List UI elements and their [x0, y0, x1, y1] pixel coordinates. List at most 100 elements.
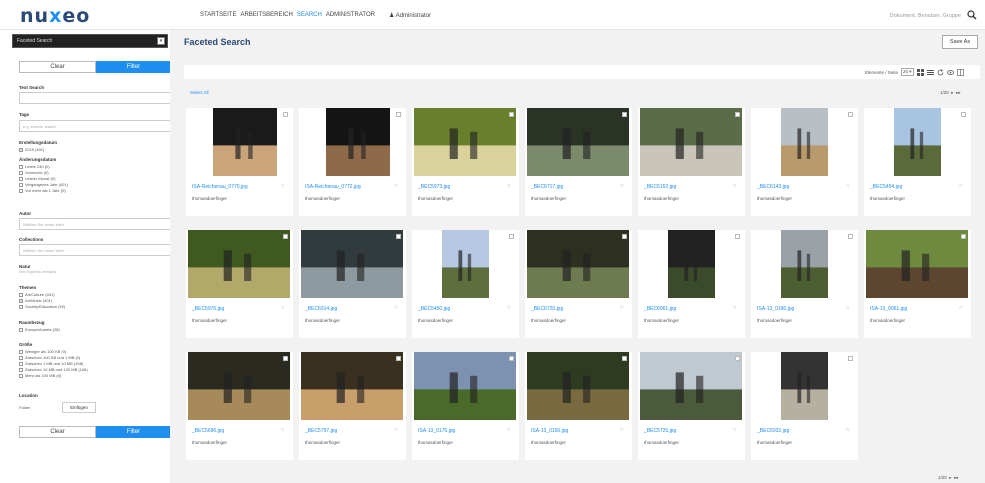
thumbnail[interactable]: [781, 352, 828, 420]
thumbnail[interactable]: [442, 230, 489, 298]
size-option[interactable]: Zwischen 1 MB und 10 MB (348): [19, 361, 83, 366]
favorite-star-icon[interactable]: ☆: [620, 183, 624, 189]
created-option[interactable]: ✓ 2015 (401): [19, 147, 44, 152]
thumbnail[interactable]: [414, 352, 516, 420]
favorite-star-icon[interactable]: ☆: [959, 305, 963, 311]
thumbnail[interactable]: [188, 230, 290, 298]
size-option[interactable]: Mehr als 100 MB (0): [19, 373, 61, 378]
result-card[interactable]: ISA-13_0061.jpg ☆ thomasdoerfinger: [864, 230, 971, 338]
select-checkbox[interactable]: [396, 112, 401, 117]
select-checkbox[interactable]: [509, 234, 514, 239]
file-name-link[interactable]: ISA-Reichenau_0772.jpg: [305, 184, 361, 190]
file-name-link[interactable]: _BEC6717.jpg: [531, 184, 563, 190]
nuxeo-logo[interactable]: nuxeo: [20, 5, 90, 27]
favorite-star-icon[interactable]: ☆: [733, 427, 737, 433]
file-name-link[interactable]: _BEC6061.jpg: [644, 306, 676, 312]
thumbnail[interactable]: [188, 352, 290, 420]
thumbnail[interactable]: [894, 108, 941, 176]
select-checkbox[interactable]: [396, 234, 401, 239]
search-type-select[interactable]: Faceted Search ▾: [12, 34, 168, 48]
file-name-link[interactable]: _BEC5696.jpg: [192, 428, 224, 434]
favorite-star-icon[interactable]: ☆: [733, 305, 737, 311]
result-card[interactable]: _BEC6914.jpg ☆ thomasdoerfinger: [299, 230, 406, 338]
select-checkbox[interactable]: [396, 356, 401, 361]
size-option[interactable]: Zwischen 10 MB und 100 MB (106): [19, 367, 88, 372]
grid-view-icon[interactable]: [916, 68, 924, 76]
theme-option[interactable]: Art/Culture (401): [19, 292, 55, 297]
select-checkbox[interactable]: [961, 112, 966, 117]
refresh-icon[interactable]: [937, 68, 944, 76]
clear-button[interactable]: Clear: [19, 61, 96, 73]
file-name-link[interactable]: _BEC6914.jpg: [305, 306, 337, 312]
filter-button[interactable]: Filter: [96, 61, 171, 73]
favorite-star-icon[interactable]: ☆: [846, 305, 850, 311]
thumbnail[interactable]: [301, 230, 403, 298]
select-checkbox[interactable]: [509, 356, 514, 361]
select-checkbox[interactable]: [848, 234, 853, 239]
result-card[interactable]: _BEC5976.jpg ☆ thomasdoerfinger: [186, 230, 293, 338]
select-checkbox[interactable]: [509, 112, 514, 117]
file-name-link[interactable]: _BEC6932.jpg: [757, 428, 789, 434]
next-page-icon[interactable]: ▸: [950, 90, 953, 95]
favorite-star-icon[interactable]: ☆: [394, 305, 398, 311]
favorite-star-icon[interactable]: ☆: [507, 305, 511, 311]
last-page-icon[interactable]: ▸▸: [953, 475, 959, 480]
favorite-star-icon[interactable]: ☆: [846, 427, 850, 433]
filter-button[interactable]: Filter: [96, 426, 171, 438]
favorite-star-icon[interactable]: ☆: [846, 183, 850, 189]
thumbnail[interactable]: [527, 108, 629, 176]
thumbnail[interactable]: [527, 230, 629, 298]
favorite-star-icon[interactable]: ☆: [281, 305, 285, 311]
select-checkbox[interactable]: [622, 234, 627, 239]
favorite-star-icon[interactable]: ☆: [281, 427, 285, 433]
favorite-star-icon[interactable]: ☆: [507, 183, 511, 189]
select-checkbox[interactable]: [961, 234, 966, 239]
select-checkbox[interactable]: [283, 356, 288, 361]
theme-option[interactable]: ✓ Art/Music (401): [19, 298, 52, 303]
thumbnail[interactable]: [326, 108, 390, 176]
result-card[interactable]: ISA-13_0176.jpg ☆ thomasdoerfinger: [412, 352, 519, 460]
file-name-link[interactable]: _BEC6143.jpg: [757, 184, 789, 190]
clear-button[interactable]: Clear: [19, 426, 96, 438]
result-card[interactable]: ISA-Reichenau_0772.jpg ☆ thomasdoerfinger: [299, 108, 406, 216]
thumbnail[interactable]: [640, 108, 742, 176]
space-option[interactable]: Europe/Austria (28): [19, 327, 60, 332]
select-checkbox[interactable]: [735, 356, 740, 361]
result-card[interactable]: _BEC5797.jpg ☆ thomasdoerfinger: [299, 352, 406, 460]
result-card[interactable]: ISA-Reichenau_0770.jpg ☆ thomasdoerfinger: [186, 108, 293, 216]
modified-option[interactable]: Vor mehr als 1 Jahr (0): [19, 188, 66, 193]
last-page-icon[interactable]: ▸▸: [955, 90, 961, 95]
modified-option[interactable]: Vergangenes Jahr (401): [19, 182, 68, 187]
nav-search[interactable]: SEARCH: [297, 12, 322, 19]
favorite-star-icon[interactable]: ☆: [394, 183, 398, 189]
thumbnail[interactable]: [781, 108, 828, 176]
author-input[interactable]: Wählen Sie einen Wert: [19, 218, 171, 230]
select-checkbox[interactable]: [622, 356, 627, 361]
result-card[interactable]: _BEC5973.jpg ☆ thomasdoerfinger: [412, 108, 519, 216]
file-name-link[interactable]: _BEC5454.jpg: [870, 184, 902, 190]
insert-folder-button[interactable]: Einfügen: [62, 402, 96, 413]
columns-icon[interactable]: [956, 68, 964, 76]
result-card[interactable]: _BEC6932.jpg ☆ thomasdoerfinger: [751, 352, 858, 460]
file-name-link[interactable]: _BEC5725.jpg: [644, 428, 676, 434]
size-option[interactable]: Weniger als 100 KB (0): [19, 349, 66, 354]
search-icon[interactable]: [967, 10, 977, 20]
result-card[interactable]: _BEC6061.jpg ☆ thomasdoerfinger: [638, 230, 745, 338]
thumbnail[interactable]: [527, 352, 629, 420]
thumbnail[interactable]: [414, 108, 516, 176]
thumbnail[interactable]: [866, 230, 968, 298]
modified-option[interactable]: Letzte 24h (0): [19, 164, 50, 169]
file-name-link[interactable]: _BEC5797.jpg: [305, 428, 337, 434]
result-card[interactable]: _BEC6143.jpg ☆ thomasdoerfinger: [751, 108, 858, 216]
result-card[interactable]: ISA-13_0156.jpg ☆ thomasdoerfinger: [525, 352, 632, 460]
modified-option[interactable]: Letzter Monat (0): [19, 176, 55, 181]
size-option[interactable]: Zwischen 100 KB und 1 MB (0): [19, 355, 80, 360]
file-name-link[interactable]: ISA-13_0061.jpg: [870, 306, 907, 312]
file-name-link[interactable]: _BEC6720.jpg: [531, 306, 563, 312]
file-name-link[interactable]: _BEC5976.jpg: [192, 306, 224, 312]
save-as-button[interactable]: Save As: [942, 35, 978, 49]
result-card[interactable]: _BEC5725.jpg ☆ thomasdoerfinger: [638, 352, 745, 460]
favorite-star-icon[interactable]: ☆: [394, 427, 398, 433]
top-search-input[interactable]: Dokument, Benutzer, Gruppe: [890, 13, 961, 19]
thumbnail[interactable]: [213, 108, 277, 176]
